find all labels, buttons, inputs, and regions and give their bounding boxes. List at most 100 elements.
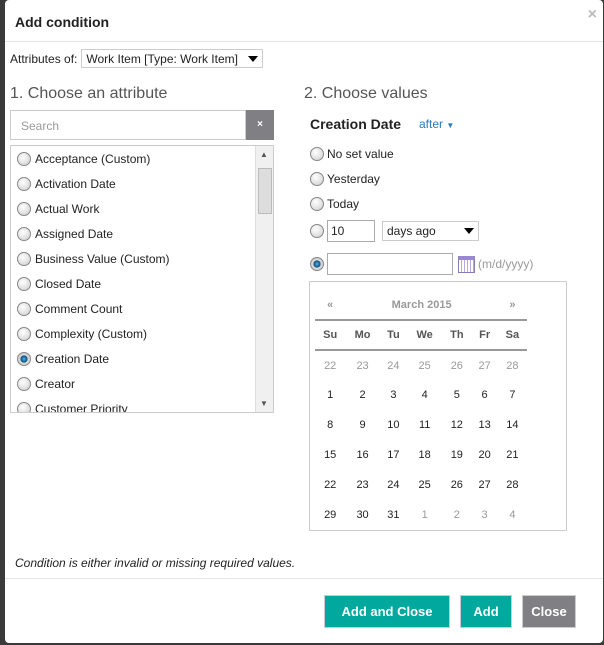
calendar-day[interactable]: 15 [315,440,345,470]
calendar-day[interactable]: 28 [498,470,527,500]
add-and-close-button[interactable]: Add and Close [324,595,450,628]
radio-button-selected[interactable] [310,257,324,271]
calendar-day[interactable]: 3 [380,380,407,410]
attribute-item[interactable]: Creation Date [11,346,273,371]
calendar-day[interactable]: 13 [471,410,497,440]
calendar-day[interactable]: 27 [471,470,497,500]
calendar-day[interactable]: 25 [407,470,442,500]
option-today[interactable]: Today [310,197,359,211]
calendar-day[interactable]: 4 [407,380,442,410]
radio-button[interactable] [17,326,31,341]
calendar-day[interactable]: 10 [380,410,407,440]
calendar-day[interactable]: 25 [407,350,442,380]
calendar-day[interactable]: 16 [345,440,379,470]
weekday-header: Th [442,319,472,350]
calendar-day[interactable]: 3 [471,500,497,530]
option-no-set-value[interactable]: No set value [310,147,394,161]
radio-button[interactable] [310,147,324,161]
calendar-day[interactable]: 22 [315,350,345,380]
radio-button[interactable] [17,201,31,216]
option-specific-date[interactable]: (m/d/yyyy) [310,253,533,275]
attribute-item[interactable]: Business Value (Custom) [11,246,273,271]
month-title[interactable]: March 2015 [345,290,497,320]
radio-button[interactable] [17,276,31,291]
radio-button[interactable] [17,351,31,366]
attribute-item[interactable]: Creator [11,371,273,396]
weekday-header: Fr [471,319,498,350]
calendar-day[interactable]: 24 [380,470,407,500]
calendar-day[interactable]: 23 [345,350,379,380]
dialog-title: Add condition [15,14,110,30]
calendar-day[interactable]: 28 [498,350,527,380]
calendar-day[interactable]: 27 [471,350,497,380]
calendar-day[interactable]: 2 [442,500,471,530]
next-month-button[interactable]: » [498,290,527,320]
radio-button[interactable] [17,401,31,412]
calendar-day[interactable]: 1 [407,500,442,530]
attribute-item[interactable]: Activation Date [11,171,273,196]
attributes-of-select[interactable]: Work Item [Type: Work Item] [81,49,263,68]
radio-button[interactable] [17,301,31,316]
calendar-day[interactable]: 1 [315,380,345,410]
attribute-item[interactable]: Actual Work [11,196,273,221]
scroll-down-icon[interactable]: ▼ [260,399,268,408]
calendar-day[interactable]: 30 [345,500,379,530]
attribute-label: Business Value (Custom) [35,251,170,266]
add-button[interactable]: Add [460,595,512,628]
calendar-day[interactable]: 4 [498,500,527,530]
option-days-ago[interactable]: 10 days ago [310,220,479,242]
scroll-up-icon[interactable]: ▲ [260,150,268,159]
days-input[interactable]: 10 [327,220,375,242]
calendar-day[interactable]: 20 [471,440,497,470]
chevron-down-icon [464,228,474,234]
radio-button[interactable] [17,151,31,166]
calendar-day[interactable]: 6 [471,380,497,410]
radio-button[interactable] [17,376,31,391]
attribute-item[interactable]: Complexity (Custom) [11,321,273,346]
search-input[interactable]: Search [10,110,246,140]
attribute-label: Actual Work [35,201,100,216]
date-input[interactable] [327,253,453,275]
attribute-item[interactable]: Assigned Date [11,221,273,246]
calendar-day[interactable]: 19 [442,440,471,470]
calendar-day[interactable]: 31 [380,500,407,530]
calendar-day[interactable]: 21 [498,440,527,470]
attribute-label: Complexity (Custom) [35,326,148,341]
calendar-day[interactable]: 22 [315,470,345,500]
attribute-item[interactable]: Comment Count [11,296,273,321]
calendar-day[interactable]: 2 [345,380,379,410]
close-button[interactable]: Close [522,595,576,628]
calendar-day[interactable]: 23 [345,470,379,500]
radio-button[interactable] [310,197,324,211]
option-yesterday[interactable]: Yesterday [310,172,380,186]
clear-search-button[interactable]: × [246,110,274,140]
prev-month-button[interactable]: « [315,290,345,320]
calendar-day[interactable]: 17 [380,440,407,470]
scrollbar[interactable]: ▲ ▼ [255,146,273,412]
radio-button[interactable] [17,226,31,241]
calendar-day[interactable]: 12 [442,410,471,440]
calendar-day[interactable]: 24 [380,350,407,380]
radio-button[interactable] [17,251,31,266]
calendar-icon[interactable] [458,255,475,273]
calendar-day[interactable]: 9 [345,410,379,440]
calendar-day[interactable]: 18 [407,440,442,470]
attribute-item[interactable]: Closed Date [11,271,273,296]
scrollbar-thumb[interactable] [258,168,272,214]
calendar-day[interactable]: 5 [442,380,471,410]
operator-dropdown[interactable]: after ▼ [419,117,454,131]
calendar-day[interactable]: 29 [315,500,345,530]
calendar-day[interactable]: 8 [315,410,345,440]
calendar-day[interactable]: 11 [407,410,442,440]
radio-button[interactable] [310,224,324,238]
calendar-day[interactable]: 26 [442,350,471,380]
close-icon[interactable]: × [588,6,597,24]
radio-button[interactable] [17,176,31,191]
calendar-day[interactable]: 26 [442,470,471,500]
calendar-day[interactable]: 14 [498,410,527,440]
radio-button[interactable] [310,172,324,186]
calendar-day[interactable]: 7 [498,380,527,410]
attribute-item[interactable]: Acceptance (Custom) [11,146,273,171]
days-unit-select[interactable]: days ago [382,221,479,241]
attribute-item[interactable]: Customer Priority [11,396,273,412]
